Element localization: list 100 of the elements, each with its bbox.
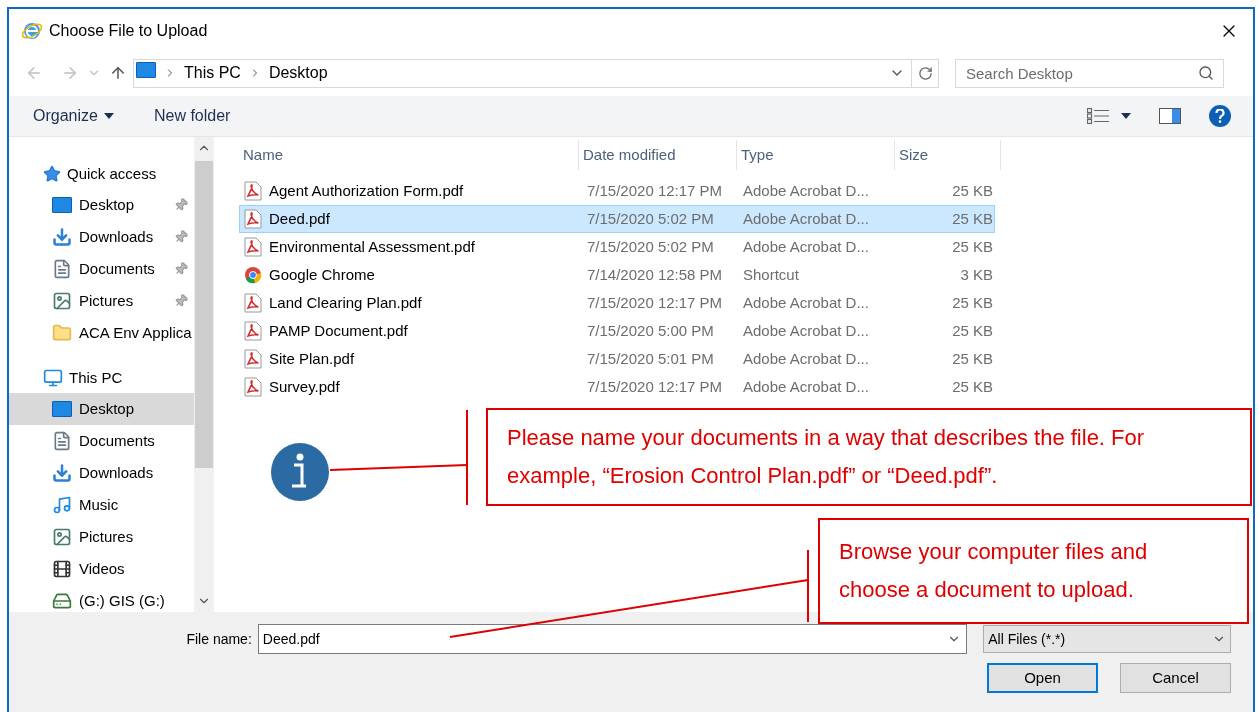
drive-icon — [52, 591, 72, 611]
scrollbar[interactable] — [194, 137, 214, 612]
type-cell-text: Adobe Acrobat D... — [742, 236, 870, 257]
download-arrow-icon — [52, 463, 72, 483]
new-folder-button[interactable]: New folder — [153, 104, 231, 128]
pdf-icon — [244, 321, 262, 341]
sidebar-item[interactable]: Desktop — [9, 393, 194, 425]
file-row[interactable]: Site Plan.pdf 7/15/2020 5:01 PM Adobe Acrobat D... 25 KB — [239, 345, 995, 373]
file-name: PAMP Document.pdf — [269, 320, 408, 341]
open-button[interactable]: Open — [987, 663, 1098, 693]
star-icon — [43, 165, 61, 183]
view-options-button[interactable] — [1087, 108, 1131, 124]
column-header[interactable]: Name — [239, 140, 579, 170]
address-bar[interactable]: This PC Desktop — [133, 58, 939, 88]
file-name-field[interactable]: Deed.pdf — [257, 624, 968, 654]
sidebar-item[interactable]: Music — [9, 489, 194, 521]
dropdown-caret-icon — [1121, 113, 1131, 119]
size-cell-text: 3 KB — [959, 264, 993, 285]
download-arrow-icon — [52, 227, 72, 247]
right-arrow-icon — [61, 64, 79, 82]
file-name: Agent Authorization Form.pdf — [269, 180, 464, 201]
type-cell-text: Adobe Acrobat D... — [742, 320, 870, 341]
sidebar-item[interactable]: Downloads — [9, 221, 194, 253]
size-cell-text: 25 KB — [951, 236, 993, 257]
file-name: Site Plan.pdf — [269, 348, 355, 369]
details-view-icon — [1087, 108, 1109, 124]
chrome-icon — [244, 266, 262, 284]
date-cell-text: 7/15/2020 12:17 PM — [586, 180, 724, 201]
type-cell-text: Adobe Acrobat D... — [742, 376, 870, 397]
monitor-icon — [43, 368, 63, 388]
file-name: Environmental Assessment.pdf — [269, 236, 475, 257]
search-icon — [1198, 64, 1214, 81]
refresh-icon — [917, 65, 933, 81]
question-mark-icon — [1215, 109, 1225, 123]
picture-icon — [52, 527, 72, 547]
sidebar-item[interactable]: Documents — [9, 425, 194, 457]
help-button[interactable] — [1209, 105, 1231, 127]
field-label: File name: — [185, 629, 252, 649]
desktop-icon — [52, 197, 72, 213]
desktop-icon — [52, 401, 72, 417]
date-cell-text: 7/15/2020 12:17 PM — [586, 376, 724, 397]
folder-icon — [52, 323, 72, 343]
file-row[interactable]: Land Clearing Plan.pdf 7/15/2020 12:17 PM Adobe Acrobat D... 25 KB — [239, 289, 995, 317]
type-cell-text: Shortcut — [742, 264, 800, 285]
file-row[interactable]: Survey.pdf 7/15/2020 12:17 PM Adobe Acrobat D... 25 KB — [239, 373, 995, 401]
sidebar-item[interactable]: (G:) GIS (G:) — [9, 585, 194, 617]
music-note-icon — [52, 495, 72, 515]
callout-note: Please name your documents in a way that describes the file. For example, “Erosion Control Plan.pdf” or “Deed.pdf”. — [486, 408, 1252, 506]
picture-icon — [52, 291, 72, 311]
type-cell-text: Adobe Acrobat D... — [742, 180, 870, 201]
pdf-icon — [244, 209, 262, 229]
file-name: Land Clearing Plan.pdf — [269, 292, 422, 313]
column-header[interactable]: Size — [895, 140, 1001, 170]
sidebar-item[interactable]: Documents — [9, 253, 194, 285]
sidebar-item[interactable]: Pictures — [9, 285, 194, 317]
organize-menu-button[interactable]: Organize — [33, 104, 114, 128]
pdf-icon — [244, 181, 262, 201]
preview-pane-button[interactable] — [1159, 108, 1181, 124]
desktop-icon — [136, 62, 156, 78]
file-name: Google Chrome — [269, 264, 375, 285]
breadcrumb-item[interactable]: Desktop — [268, 61, 328, 85]
info-icon — [271, 443, 329, 501]
date-cell-text: 7/15/2020 5:00 PM — [586, 320, 715, 341]
sidebar-item[interactable]: Videos — [9, 553, 194, 585]
column-header[interactable]: Type — [737, 140, 895, 170]
film-icon — [52, 559, 72, 579]
date-cell-text: 7/15/2020 12:17 PM — [586, 292, 724, 313]
search-field[interactable]: Search Desktop — [955, 58, 1224, 88]
date-cell-text: 7/15/2020 5:01 PM — [586, 348, 715, 369]
date-cell-text: 7/14/2020 12:58 PM — [586, 264, 724, 285]
sidebar-group[interactable]: Quick access — [9, 159, 194, 189]
dropdown-caret-icon — [103, 113, 114, 119]
column-header[interactable]: Date modified — [579, 140, 737, 170]
size-cell-text: 25 KB — [951, 348, 993, 369]
document-icon — [52, 259, 72, 279]
file-row[interactable]: Environmental Assessment.pdf 7/15/2020 5:02 PM Adobe Acrobat D... 25 KB — [239, 233, 995, 261]
sidebar-item[interactable]: ACA Env Applica — [9, 317, 194, 349]
type-cell-text: Adobe Acrobat D... — [742, 348, 870, 369]
file-row[interactable]: Google Chrome 7/14/2020 12:58 PM Shortcut 3 KB — [239, 261, 995, 289]
type-cell-text: Adobe Acrobat D... — [742, 292, 870, 313]
sidebar-item[interactable]: Desktop — [9, 189, 194, 221]
file-type-dropdown[interactable]: All Files (*.*) — [983, 625, 1231, 653]
size-cell-text: 25 KB — [951, 180, 993, 201]
cancel-button[interactable]: Cancel — [1120, 663, 1231, 693]
file-row[interactable]: Deed.pdf 7/15/2020 5:02 PM Adobe Acrobat D... 25 KB — [239, 205, 995, 233]
file-row[interactable]: Agent Authorization Form.pdf 7/15/2020 12:17 PM Adobe Acrobat D... 25 KB — [239, 177, 995, 205]
sidebar-group[interactable]: This PC — [9, 363, 194, 393]
sidebar-item[interactable]: Downloads — [9, 457, 194, 489]
preview-pane-icon — [1159, 108, 1181, 124]
size-cell-text: 25 KB — [951, 292, 993, 313]
size-cell-text: 25 KB — [951, 376, 993, 397]
scrollbar-thumb[interactable] — [195, 161, 213, 468]
sidebar-item[interactable]: Pictures — [9, 521, 194, 553]
breadcrumb-item[interactable]: This PC — [184, 61, 241, 85]
file-name: Survey.pdf — [269, 376, 340, 397]
size-cell-text: 25 KB — [951, 208, 993, 229]
up-button[interactable] — [109, 64, 127, 82]
file-name: Deed.pdf — [269, 208, 330, 229]
window-title: Choose File to Upload — [49, 20, 208, 41]
file-row[interactable]: PAMP Document.pdf 7/15/2020 5:00 PM Adobe Acrobat D... 25 KB — [239, 317, 995, 345]
